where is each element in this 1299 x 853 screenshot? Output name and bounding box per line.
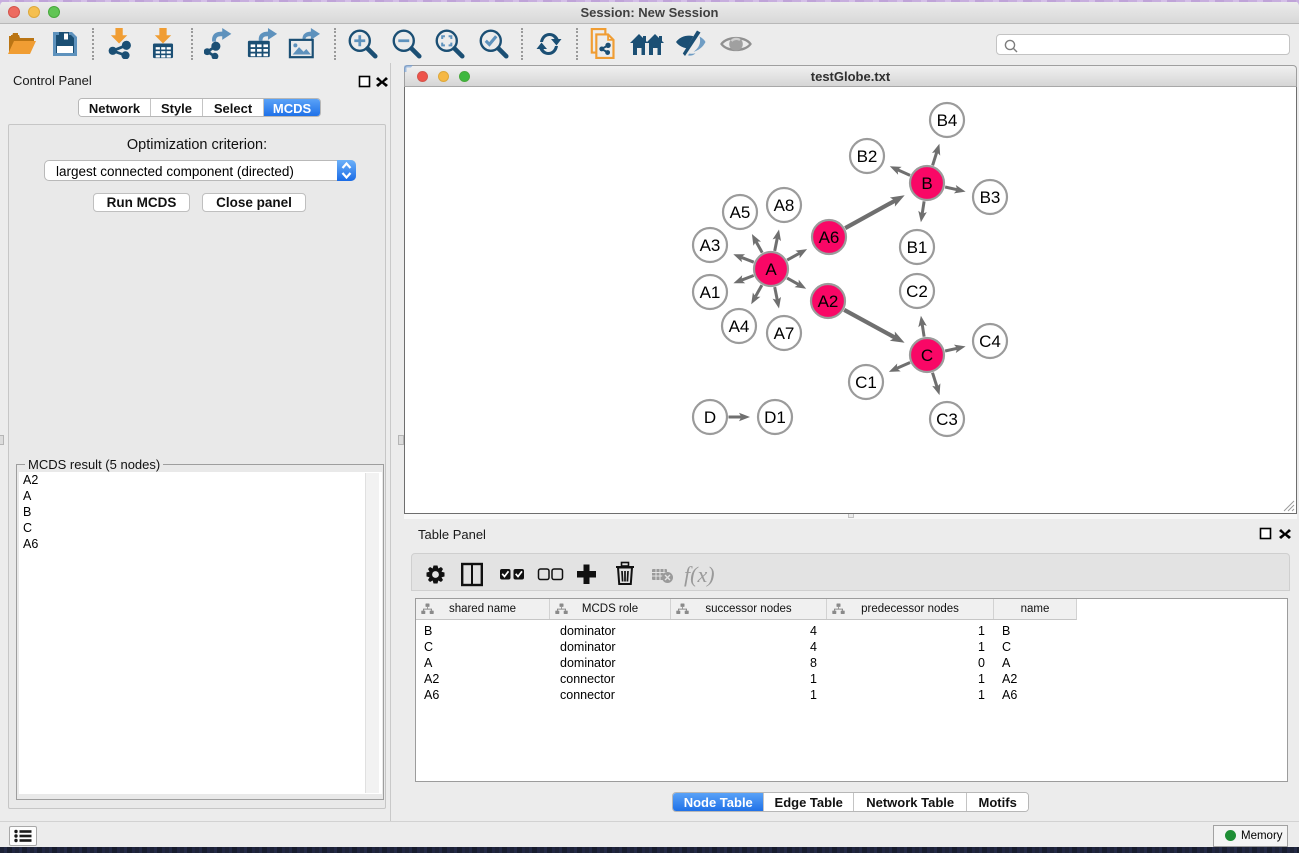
svg-text:A7: A7 <box>774 324 795 343</box>
svg-text:C1: C1 <box>855 373 877 392</box>
svg-text:B: B <box>921 174 932 193</box>
svg-text:A6: A6 <box>819 228 840 247</box>
svg-text:B3: B3 <box>980 188 1001 207</box>
svg-text:B2: B2 <box>857 147 878 166</box>
svg-text:D1: D1 <box>764 408 786 427</box>
svg-text:C2: C2 <box>906 282 928 301</box>
svg-text:A: A <box>765 260 777 279</box>
svg-text:B4: B4 <box>937 111 958 130</box>
svg-text:C3: C3 <box>936 410 958 429</box>
svg-text:A5: A5 <box>730 203 751 222</box>
svg-text:A8: A8 <box>774 196 795 215</box>
svg-text:A3: A3 <box>700 236 721 255</box>
svg-text:B1: B1 <box>907 238 928 257</box>
svg-text:f(x): f(x) <box>684 562 715 587</box>
svg-text:C4: C4 <box>979 332 1001 351</box>
svg-text:A1: A1 <box>700 283 721 302</box>
svg-text:C: C <box>921 346 933 365</box>
svg-text:A2: A2 <box>818 292 839 311</box>
svg-text:D: D <box>704 408 716 427</box>
svg-text:A4: A4 <box>729 317 750 336</box>
